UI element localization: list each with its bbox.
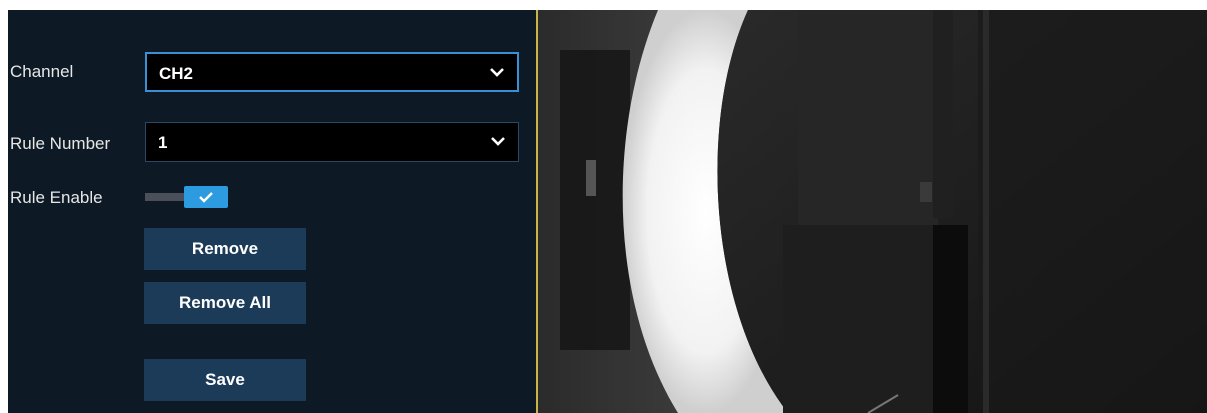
camera-image xyxy=(538,10,1207,413)
chevron-down-icon xyxy=(490,68,504,77)
rule-enable-label: Rule Enable xyxy=(10,188,103,207)
rule-number-label: Rule Number xyxy=(10,134,111,153)
rule-enable-toggle[interactable] xyxy=(145,186,231,208)
settings-panel: Channel CH2 Rule Number 1 Rule Enable Re… xyxy=(8,10,536,413)
check-icon xyxy=(199,192,213,203)
save-button[interactable]: Save xyxy=(144,359,306,401)
channel-label: Channel xyxy=(10,62,74,81)
toggle-knob xyxy=(184,186,228,208)
rule-number-select[interactable]: 1 xyxy=(145,122,519,162)
channel-value: CH2 xyxy=(159,64,194,83)
rule-number-value: 1 xyxy=(158,133,168,152)
app-frame: Channel CH2 Rule Number 1 Rule Enable Re… xyxy=(8,10,1207,413)
channel-select[interactable]: CH2 xyxy=(145,52,519,92)
chevron-down-icon xyxy=(491,137,505,146)
remove-button[interactable]: Remove xyxy=(144,228,306,270)
camera-preview[interactable] xyxy=(538,10,1207,413)
remove-all-button[interactable]: Remove All xyxy=(144,282,306,324)
